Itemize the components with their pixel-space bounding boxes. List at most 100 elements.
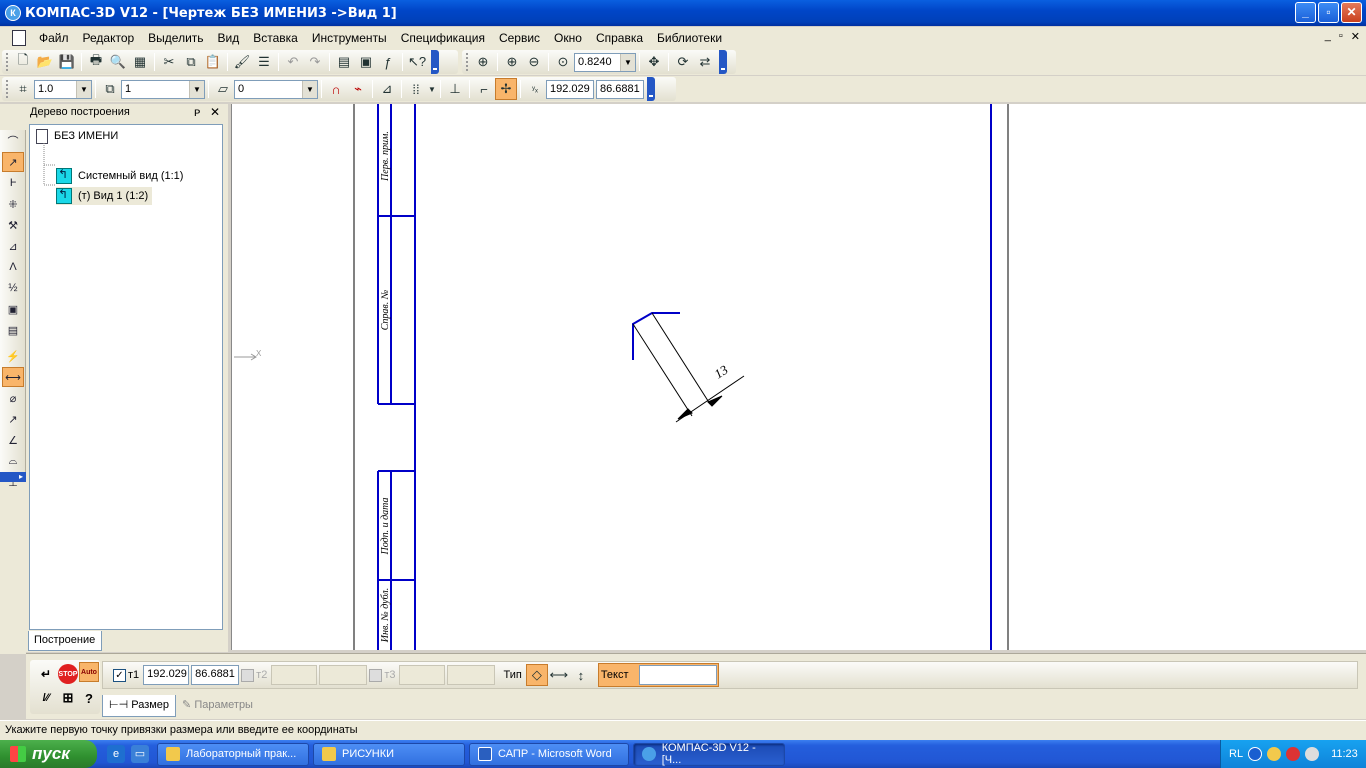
select-icon[interactable]: Λ bbox=[2, 257, 24, 277]
copy-icon[interactable]: ⧉ bbox=[180, 51, 202, 73]
title-bar[interactable]: К КОМПАС-3D V12 - [Чертеж БЕЗ ИМЕНИ3 ->В… bbox=[0, 0, 1366, 26]
chevron-down-icon[interactable]: ▼ bbox=[189, 80, 204, 98]
chevron-down-icon[interactable]: ▼ bbox=[302, 80, 317, 98]
volume-icon[interactable] bbox=[1305, 747, 1320, 761]
current-layer-icon[interactable]: ⧉ bbox=[99, 78, 121, 100]
measure-icon[interactable]: ⊿ bbox=[2, 236, 24, 256]
paste-icon[interactable]: 📋 bbox=[202, 51, 224, 73]
menu-edit[interactable]: Редактор bbox=[76, 31, 142, 45]
designations-icon[interactable]: Ⱶ bbox=[2, 173, 24, 193]
mdi-restore-button[interactable]: ▫ bbox=[1339, 30, 1343, 43]
menu-libraries[interactable]: Библиотеки bbox=[650, 31, 729, 45]
minimize-button[interactable]: _ bbox=[1295, 2, 1316, 23]
menu-tools[interactable]: Инструменты bbox=[305, 31, 394, 45]
start-button[interactable]: пуск bbox=[0, 740, 97, 768]
snap-toggle-icon[interactable]: ✢ bbox=[495, 78, 517, 100]
vertical-dimension-icon[interactable]: ↕ bbox=[570, 664, 592, 686]
autodimension-icon[interactable]: ⚡ bbox=[2, 346, 24, 366]
dimensions-icon[interactable]: ↗ bbox=[2, 152, 24, 172]
local-snap-icon[interactable]: ⌁ bbox=[347, 78, 369, 100]
zoom-out-icon[interactable]: ⊖ bbox=[523, 51, 545, 73]
tab-construction[interactable]: Построение bbox=[28, 631, 102, 651]
internet-explorer-icon[interactable]: e bbox=[107, 745, 125, 763]
local-cs-icon[interactable]: ⊥ bbox=[444, 78, 466, 100]
new-document-icon[interactable]: 🗋 bbox=[12, 51, 34, 73]
layer-combo[interactable]: 1 ▼ bbox=[121, 79, 205, 99]
chevron-down-icon[interactable]: ▼ bbox=[427, 78, 437, 100]
cursor-x-field[interactable]: 192.029 bbox=[546, 79, 594, 99]
style-combo[interactable]: 0 ▼ bbox=[234, 79, 318, 99]
redo-icon[interactable]: ↷ bbox=[304, 51, 326, 73]
network-icon[interactable] bbox=[1286, 747, 1301, 761]
t3-x-field[interactable] bbox=[399, 665, 446, 685]
help-pointer-icon[interactable]: ↖? bbox=[406, 51, 428, 73]
function-icon[interactable]: ƒ bbox=[377, 51, 399, 73]
cursor-y-field[interactable]: 86.6881 bbox=[596, 79, 644, 99]
language-indicator[interactable]: RL bbox=[1229, 748, 1243, 760]
zoom-combo[interactable]: 0.8240 ▼ bbox=[574, 52, 636, 72]
menu-select[interactable]: Выделить bbox=[141, 31, 210, 45]
manager-icon[interactable]: ▤ bbox=[333, 51, 355, 73]
snap-magnet-icon[interactable]: ∩ bbox=[325, 78, 347, 100]
task-lab-practicum[interactable]: Лабораторный прак... bbox=[157, 742, 309, 766]
menu-view[interactable]: Вид bbox=[211, 31, 247, 45]
toolbar-options-icon[interactable] bbox=[719, 50, 727, 74]
snap-point-icon[interactable]: ⊞ bbox=[58, 688, 78, 708]
help-icon[interactable]: ? bbox=[79, 688, 99, 708]
menu-help[interactable]: Справка bbox=[589, 31, 650, 45]
zoom-window-icon[interactable]: ⊕ bbox=[472, 51, 494, 73]
zoom-scale-icon[interactable]: ⊙ bbox=[552, 51, 574, 73]
close-icon[interactable]: ✕ bbox=[210, 105, 220, 119]
t3-checkbox[interactable] bbox=[369, 668, 383, 682]
toolbar-grip[interactable] bbox=[6, 80, 9, 98]
orthogonal-mode-icon[interactable]: ⌐ bbox=[473, 78, 495, 100]
task-word[interactable]: САПР - Microsoft Word bbox=[469, 742, 629, 766]
linear-dimension-icon[interactable]: ⟷ bbox=[2, 367, 24, 387]
chevron-left-icon[interactable] bbox=[1248, 747, 1263, 761]
text-field[interactable] bbox=[638, 665, 717, 685]
refresh-view-icon[interactable]: ⟳ bbox=[672, 51, 694, 73]
t2-y-field[interactable] bbox=[319, 665, 368, 685]
page-setup-icon[interactable]: ▦ bbox=[129, 51, 151, 73]
t2-x-field[interactable] bbox=[271, 665, 318, 685]
toolbar-grip[interactable] bbox=[6, 53, 9, 71]
angular-dimension-icon[interactable]: ∠ bbox=[2, 430, 24, 450]
format-brush-icon[interactable]: 🖌 bbox=[231, 51, 253, 73]
chevron-down-icon[interactable]: ▼ bbox=[620, 53, 635, 71]
security-shield-icon[interactable] bbox=[1267, 747, 1282, 761]
cut-icon[interactable]: ✂ bbox=[158, 51, 180, 73]
tab-dimension[interactable]: ⊢⊣ Размер bbox=[102, 695, 177, 717]
maximize-button[interactable]: ▫ bbox=[1318, 2, 1339, 23]
aligned-dimension-icon[interactable]: ◇ bbox=[525, 664, 548, 686]
save-icon[interactable]: 💾 bbox=[56, 51, 78, 73]
close-button[interactable]: ✕ bbox=[1341, 2, 1362, 23]
toolbar-options-icon[interactable] bbox=[431, 50, 439, 74]
t3-y-field[interactable] bbox=[447, 665, 496, 685]
mdi-minimize-button[interactable]: _ bbox=[1325, 30, 1331, 43]
menu-file[interactable]: Файл bbox=[32, 31, 76, 45]
spec-icon[interactable]: ½ bbox=[2, 278, 24, 298]
stop-command-icon[interactable]: STOP bbox=[58, 664, 78, 684]
scale-combo[interactable]: 1.0 ▼ bbox=[34, 79, 92, 99]
menu-service[interactable]: Сервис bbox=[492, 31, 547, 45]
multi-dimension-icon[interactable]: /⁄⁄ bbox=[36, 688, 56, 708]
print-preview-icon[interactable]: 🔍 bbox=[107, 51, 129, 73]
toolbar-grip[interactable] bbox=[466, 53, 469, 71]
tree-node-view-1[interactable]: (т) Вид 1 (1:2) bbox=[56, 187, 153, 205]
parametrization-icon[interactable]: ⚒ bbox=[2, 215, 24, 235]
reports-icon[interactable]: ▣ bbox=[2, 299, 24, 319]
rebuild-icon[interactable]: ⇄ bbox=[694, 51, 716, 73]
geometry-icon[interactable]: ⌒ bbox=[2, 131, 24, 151]
style-icon[interactable]: ▱ bbox=[212, 78, 234, 100]
menu-window[interactable]: Окно bbox=[547, 31, 589, 45]
drawing-svg[interactable]: Перв. прим. Справ. № Подп. и дата Инв. №… bbox=[232, 104, 1366, 650]
grid-step-icon[interactable]: ⌗ bbox=[12, 78, 34, 100]
open-folder-icon[interactable]: 📂 bbox=[34, 51, 56, 73]
variables-icon[interactable]: ▣ bbox=[355, 51, 377, 73]
t1-checkbox[interactable]: ✓ bbox=[113, 668, 126, 682]
pin-icon[interactable]: ᴘ bbox=[194, 105, 200, 119]
document-icon[interactable] bbox=[12, 30, 26, 46]
tree-node-system-view[interactable]: Системный вид (1:1) bbox=[56, 167, 183, 185]
menu-specification[interactable]: Спецификация bbox=[394, 31, 492, 45]
t1-y-field[interactable]: 86.6881 bbox=[191, 665, 240, 685]
